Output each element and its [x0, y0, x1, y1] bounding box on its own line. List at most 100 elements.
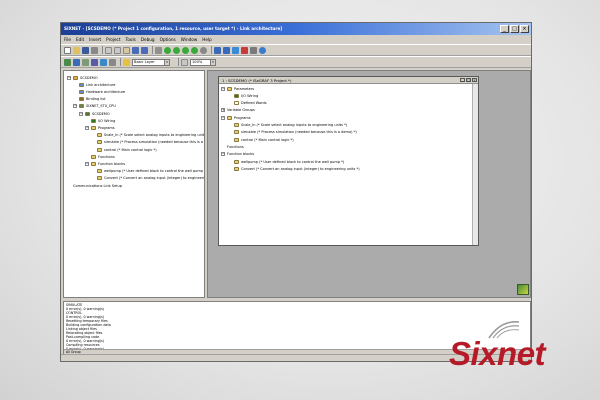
tree-item[interactable]: − SCSDEMO	[67, 75, 98, 80]
window-title: SIXNET - [SCSDEMO (* Project 1 configura…	[61, 23, 531, 35]
child-maximize-button[interactable]: □	[466, 78, 471, 82]
menu-insert[interactable]: Insert	[89, 37, 101, 42]
build-icon[interactable]	[173, 46, 180, 54]
layer-select[interactable]: Basic Layer ▾	[132, 58, 170, 66]
tree-item[interactable]: − SIXNET_ST0_CPU	[73, 104, 116, 109]
download-icon[interactable]	[214, 46, 221, 54]
link-icon[interactable]	[64, 58, 71, 66]
menu-window[interactable]: Window	[181, 37, 198, 42]
tree-item-label: I/O Wiring	[98, 118, 116, 123]
tree-item[interactable]: control (* Main control logic *)	[228, 137, 294, 142]
collapse-icon[interactable]: −	[67, 75, 71, 80]
network-icon[interactable]	[91, 58, 98, 66]
tree-item[interactable]: + Variable Groups	[221, 108, 255, 113]
tree-item[interactable]: Link architecture	[73, 82, 115, 87]
collapse-icon	[73, 83, 77, 87]
menu-options[interactable]: Options	[160, 37, 176, 42]
simulate-icon[interactable]	[232, 46, 239, 54]
collapse-icon[interactable]: −	[85, 161, 89, 166]
menu-project[interactable]: Project	[106, 37, 120, 42]
tree-item[interactable]: Functions	[85, 154, 115, 159]
collapse-icon[interactable]: −	[221, 152, 225, 157]
chevron-down-icon[interactable]: ▾	[210, 59, 215, 65]
project-tree[interactable]: − Parameters I/O Wiring Defined Words + Varia…	[219, 84, 472, 245]
project-child-window[interactable]: 1 : SCSDEMO (* ISaGRAF 3 Project *) _ □ …	[218, 76, 479, 246]
tree-item[interactable]: − Function blocks	[85, 161, 125, 166]
tree-item[interactable]: − Function blocks	[221, 152, 254, 157]
collapse-icon[interactable]: −	[221, 86, 225, 91]
close-button[interactable]: ×	[520, 25, 529, 33]
zoom-select[interactable]: 100% ▾	[190, 58, 216, 66]
help-icon[interactable]	[259, 46, 266, 54]
save-icon[interactable]	[82, 46, 89, 54]
menu-help[interactable]: Help	[202, 37, 212, 42]
workspace-tree-pane[interactable]: − SCSDEMO Link architecture Hardware archit…	[63, 70, 205, 298]
tree-item[interactable]: wellpump (* User defined block to contro…	[91, 169, 204, 174]
tree-item-label: Binding list	[86, 97, 106, 102]
collapse-icon	[73, 90, 77, 94]
print-icon[interactable]	[91, 46, 98, 54]
open-folder-icon[interactable]	[73, 46, 80, 54]
tree-item[interactable]: − Parameters	[221, 86, 254, 91]
collapse-icon[interactable]: −	[73, 104, 77, 109]
collapse-icon[interactable]: −	[79, 111, 83, 116]
menu-file[interactable]: File	[64, 37, 71, 42]
collapse-icon[interactable]: −	[85, 125, 89, 130]
chevron-down-icon[interactable]: ▾	[164, 59, 169, 65]
tree-item[interactable]: Defined Words	[228, 101, 267, 106]
stop-icon[interactable]	[200, 46, 207, 54]
printer-icon[interactable]	[155, 46, 162, 54]
tree-item[interactable]: Scale_In (* Scale select analog inputs t…	[228, 123, 347, 128]
menu-bar: File Edit Insert Project Tools Debug Opt…	[61, 35, 531, 44]
redo-icon[interactable]	[141, 46, 148, 54]
layer-icon	[123, 58, 130, 66]
ladder-logic-icon[interactable]	[517, 284, 529, 295]
menu-edit[interactable]: Edit	[76, 37, 84, 42]
spy-icon[interactable]	[241, 46, 248, 54]
tree-item[interactable]: − Programs	[221, 115, 251, 120]
verify-icon[interactable]	[191, 46, 198, 54]
tree-item[interactable]: Scale_In (* Scale select analog inputs t…	[91, 133, 204, 138]
child-minimize-button[interactable]: _	[460, 78, 465, 82]
expand-icon[interactable]: +	[221, 108, 225, 113]
resource-icon[interactable]	[82, 58, 89, 66]
compile-icon[interactable]	[164, 46, 171, 54]
collapse-icon[interactable]: −	[221, 115, 225, 120]
rebuild-icon[interactable]	[182, 46, 189, 54]
undo-icon[interactable]	[132, 46, 139, 54]
wire-icon[interactable]	[73, 58, 80, 66]
tree-item[interactable]: − Programs	[85, 125, 115, 130]
zoom-select-value: 100%	[192, 59, 203, 64]
paste-icon[interactable]	[123, 46, 130, 54]
tree-item[interactable]: Convert (* Convert an analog input (inte…	[228, 166, 360, 171]
cut-icon[interactable]	[105, 46, 112, 54]
minimize-button[interactable]: _	[500, 25, 509, 33]
collapse-icon	[91, 148, 95, 152]
child-close-button[interactable]: ×	[472, 78, 477, 82]
tree-item[interactable]: − SCSDEMO	[79, 111, 110, 116]
tree-item[interactable]: Hardware architecture	[73, 89, 125, 94]
settings-icon[interactable]	[250, 46, 257, 54]
toolbar-separator	[102, 46, 103, 54]
tree-item[interactable]: Functions	[221, 144, 244, 149]
program-icon	[234, 130, 239, 135]
properties-icon[interactable]	[109, 58, 116, 66]
globe-icon[interactable]	[100, 58, 107, 66]
collapse-icon	[85, 155, 89, 159]
debug-icon[interactable]	[223, 46, 230, 54]
menu-tools[interactable]: Tools	[125, 37, 135, 42]
menu-debug[interactable]: Debug	[141, 37, 155, 42]
maximize-button[interactable]: □	[510, 25, 519, 33]
copy-icon[interactable]	[114, 46, 121, 54]
tree-item[interactable]: control (* Main control logic *)	[91, 147, 157, 152]
tree-item[interactable]: wellpump (* User defined block to contro…	[228, 159, 344, 164]
tree-item[interactable]: I/O Wiring	[85, 118, 115, 123]
new-file-icon[interactable]	[64, 46, 71, 54]
vertical-scrollbar[interactable]	[472, 84, 478, 245]
tree-item[interactable]: Communications Link Setup	[67, 183, 122, 188]
tree-item[interactable]: Binding list	[73, 97, 105, 102]
tree-item[interactable]: simulate (* Process simulation (needed b…	[228, 130, 357, 135]
tree-item[interactable]: Convert (* Convert an analog input (inte…	[91, 176, 204, 181]
tree-item[interactable]: I/O Wiring	[228, 93, 258, 98]
tree-item[interactable]: simulate (* Process simulation (needed b…	[91, 140, 204, 145]
